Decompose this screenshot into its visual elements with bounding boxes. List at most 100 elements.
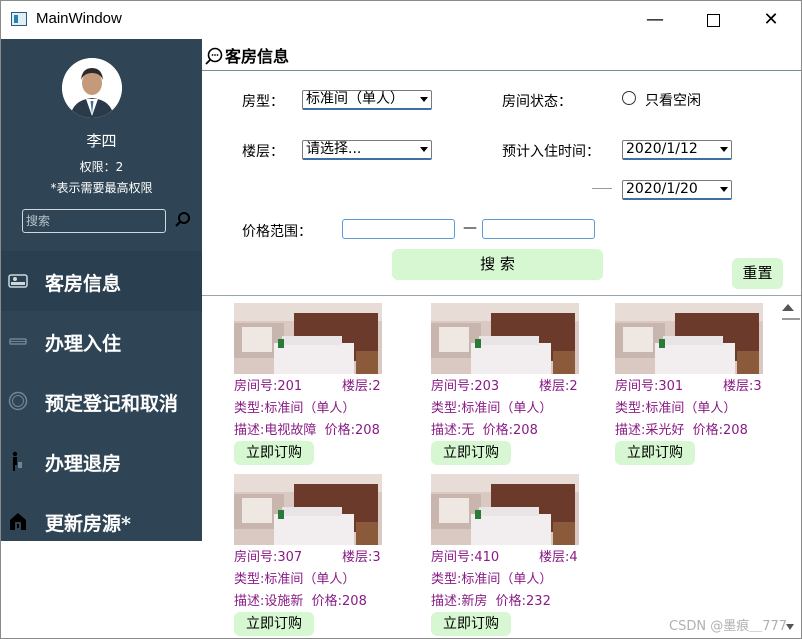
reset-button[interactable]: 重置 xyxy=(732,258,783,289)
room-info-panel: 客房信息 房型： 标准间（单人） 房间状态： 只看空闲 楼层： 请选择... 预… xyxy=(202,39,801,638)
room-description-price: 描述:电视故障 价格:208 xyxy=(234,419,380,438)
room-number: 房间号:203 xyxy=(431,379,500,394)
room-card: 房间号:203 楼层:2 类型:标准间（单人） 描述:无 价格:208 立即订购 xyxy=(431,303,606,471)
chat-bubble-icon xyxy=(205,47,223,65)
room-price: 价格:208 xyxy=(482,423,538,438)
room-card: 房间号:201 楼层:2 类型:标准间（单人） 描述:电视故障 价格:208 立即订购 xyxy=(234,303,409,471)
nav-item-room-info[interactable]: 客房信息 xyxy=(1,251,202,311)
permission-note: *表示需要最高权限 xyxy=(50,181,153,195)
maximize-icon xyxy=(706,13,720,27)
book-now-button[interactable]: 立即订购 xyxy=(234,612,314,636)
date-to-picker[interactable]: 2020/1/20 xyxy=(622,180,732,200)
chevron-down-icon xyxy=(720,147,728,152)
chevron-down-icon xyxy=(420,147,428,152)
divider xyxy=(202,70,801,71)
title-bar: MainWindow — ✕ xyxy=(1,1,801,39)
room-number: 房间号:301 xyxy=(615,379,684,394)
room-number: 房间号:410 xyxy=(431,550,500,565)
section-title-text: 客房信息 xyxy=(225,47,290,66)
room-description-price: 描述:无 价格:208 xyxy=(431,419,538,438)
floor-label: 楼层： xyxy=(242,144,284,160)
only-free-label[interactable]: 只看空闲 xyxy=(645,90,701,110)
sidebar: 李四 权限：2 *表示需要最高权限 客房信息 xyxy=(1,39,202,638)
room-card: 房间号:307 楼层:3 类型:标准间（单人） 描述:设施新 价格:208 立即订购 xyxy=(234,474,409,638)
room-description: 描述:设施新 xyxy=(234,594,304,609)
house-icon xyxy=(10,513,26,530)
price-max-input[interactable] xyxy=(482,219,595,239)
room-photo xyxy=(431,474,579,545)
room-card: 房间号:410 楼层:4 类型:标准间（单人） 描述:新房 价格:232 立即订购 xyxy=(431,474,606,638)
room-price: 价格:208 xyxy=(692,423,748,438)
scroll-down-arrow-icon[interactable] xyxy=(786,624,794,630)
room-status-label: 房间状态： xyxy=(502,94,572,110)
nav-label: 办理退房 xyxy=(45,453,122,475)
floor-value: 请选择... xyxy=(306,141,362,157)
room-type: 类型:标准间（单人） xyxy=(431,401,553,416)
book-now-button[interactable]: 立即订购 xyxy=(431,612,511,636)
permission-level: 权限：2 xyxy=(79,160,124,174)
book-now-button[interactable]: 立即订购 xyxy=(431,441,511,465)
date-separator xyxy=(592,188,612,189)
chevron-down-icon xyxy=(720,187,728,192)
floor-select[interactable]: 请选择... xyxy=(302,140,432,160)
price-range-label: 价格范围： xyxy=(242,224,312,240)
room-card: 房间号:301 楼层:3 类型:标准间（单人） 描述:采光好 价格:208 立即订购 xyxy=(615,303,790,471)
maximize-button[interactable] xyxy=(684,1,742,39)
checkin-time-label: 预计入住时间： xyxy=(502,144,600,160)
nav-item-reservation[interactable]: 预定登记和取消 xyxy=(1,371,202,431)
room-type-select[interactable]: 标准间（单人） xyxy=(302,90,432,110)
date-to-value: 2020/1/20 xyxy=(626,181,698,197)
room-description: 描述:无 xyxy=(431,423,475,438)
section-title: 客房信息 xyxy=(205,43,290,66)
search-button[interactable]: 搜 索 xyxy=(392,249,603,280)
chevron-down-icon xyxy=(420,97,428,102)
user-name: 李四 xyxy=(86,132,117,150)
room-photo xyxy=(431,303,579,374)
room-type: 类型:标准间（单人） xyxy=(431,572,553,587)
sidebar-search-input[interactable] xyxy=(22,209,166,233)
room-floor: 楼层:2 xyxy=(539,379,578,394)
room-type: 类型:标准间（单人） xyxy=(234,401,356,416)
room-type: 类型:标准间（单人） xyxy=(615,401,737,416)
search-icon[interactable] xyxy=(174,211,192,229)
date-from-picker[interactable]: 2020/1/12 xyxy=(622,140,732,160)
nav-item-check-out[interactable]: 办理退房 xyxy=(1,431,202,491)
book-now-button[interactable]: 立即订购 xyxy=(234,441,314,465)
bed-icon xyxy=(8,274,28,288)
date-from-value: 2020/1/12 xyxy=(626,141,698,157)
room-photo xyxy=(234,474,382,545)
room-price: 价格:232 xyxy=(495,594,551,609)
watermark: CSDN @墨痕＿777 xyxy=(669,619,788,634)
room-number: 房间号:307 xyxy=(234,550,303,565)
divider xyxy=(202,295,801,296)
room-floor: 楼层:4 xyxy=(539,550,578,565)
room-description: 描述:新房 xyxy=(431,594,488,609)
sidebar-nav: 客房信息 办理入住 预定登记和取消 办理退房 更新房源* xyxy=(1,251,202,541)
room-price: 价格:208 xyxy=(311,594,367,609)
room-photo xyxy=(615,303,763,374)
avatar xyxy=(62,58,122,118)
room-floor: 楼层:2 xyxy=(342,379,381,394)
nav-item-update-rooms[interactable]: 更新房源* xyxy=(1,491,202,551)
room-description-price: 描述:采光好 价格:208 xyxy=(615,419,748,438)
room-floor: 楼层:3 xyxy=(342,550,381,565)
nav-item-check-in[interactable]: 办理入住 xyxy=(1,311,202,371)
price-min-input[interactable] xyxy=(342,219,455,239)
room-description-price: 描述:设施新 价格:208 xyxy=(234,590,367,609)
room-type: 类型:标准间（单人） xyxy=(234,572,356,587)
app-icon xyxy=(11,12,27,26)
clock-icon xyxy=(8,391,28,411)
user-panel: 李四 权限：2 *表示需要最高权限 xyxy=(1,39,202,251)
room-type-label: 房型： xyxy=(242,94,284,110)
nav-label: 办理入住 xyxy=(45,333,122,355)
room-description: 描述:电视故障 xyxy=(234,423,317,438)
room-type-value: 标准间（单人） xyxy=(306,91,404,107)
only-free-radio[interactable] xyxy=(622,91,636,105)
window-title: MainWindow xyxy=(36,10,122,27)
minimize-button[interactable]: — xyxy=(626,1,684,39)
main-window: MainWindow — ✕ 李四 权限：2 *表示需要最高权限 搜索 客房信息… xyxy=(0,0,802,639)
book-now-button[interactable]: 立即订购 xyxy=(615,441,695,465)
walking-person-icon xyxy=(12,451,22,471)
room-description-price: 描述:新房 价格:232 xyxy=(431,590,551,609)
close-button[interactable]: ✕ xyxy=(742,1,800,39)
